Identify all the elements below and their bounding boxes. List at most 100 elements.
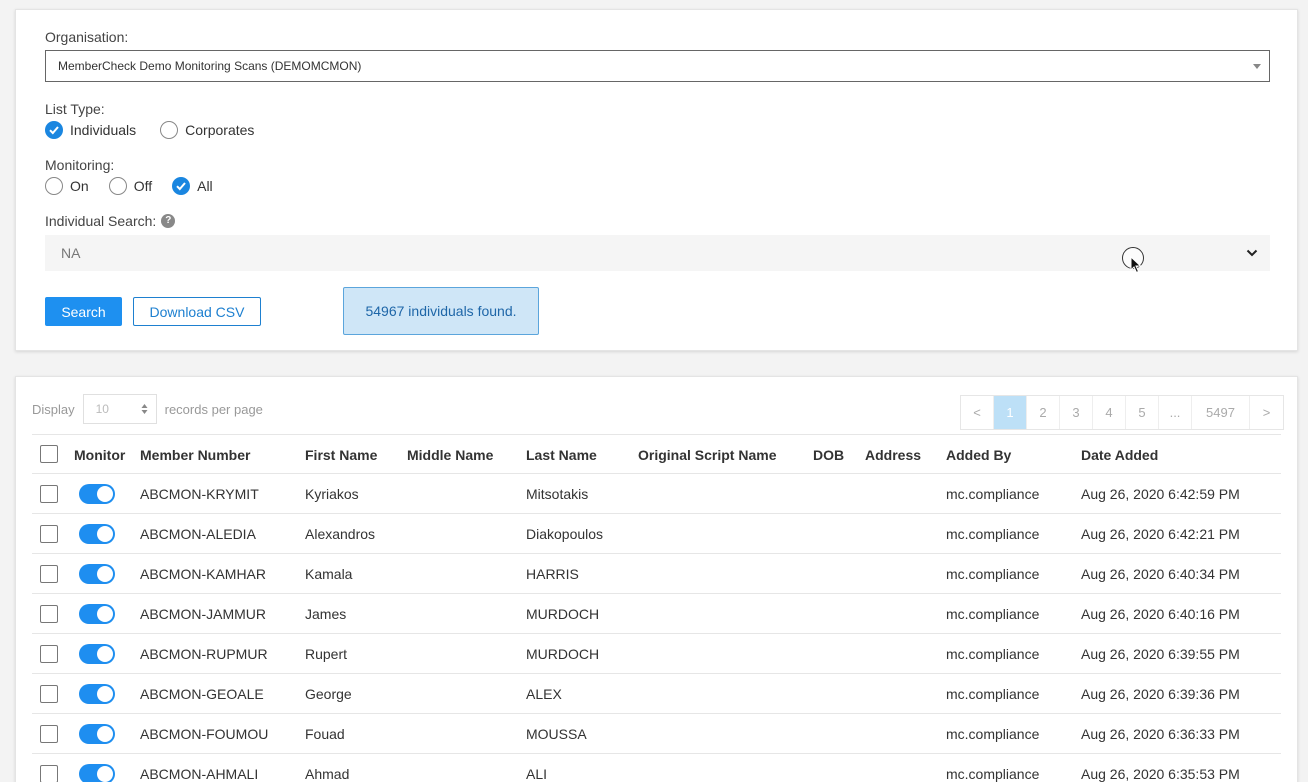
list-type-individuals[interactable]: Individuals: [45, 121, 136, 139]
col-member-number[interactable]: Member Number: [140, 435, 250, 475]
table-header: Monitor Member Number First Name Middle …: [32, 434, 1281, 474]
per-page-select[interactable]: 10: [82, 394, 157, 424]
cell-date-added: Aug 26, 2020 6:36:33 PM: [1081, 726, 1240, 742]
cell-last-name: MURDOCH: [526, 606, 600, 622]
col-middle-name[interactable]: Middle Name: [407, 435, 493, 475]
cell-date-added: Aug 26, 2020 6:40:34 PM: [1081, 566, 1240, 582]
search-button[interactable]: Search: [45, 297, 122, 326]
col-first-name[interactable]: First Name: [305, 435, 377, 475]
organisation-label: Organisation:: [45, 29, 129, 45]
page-3[interactable]: 3: [1060, 396, 1093, 429]
col-address[interactable]: Address: [865, 435, 921, 475]
individual-search-label-row: Individual Search:?: [45, 213, 176, 229]
cell-date-added: Aug 26, 2020 6:39:36 PM: [1081, 686, 1240, 702]
cell-last-name: Diakopoulos: [526, 526, 604, 542]
unchecked-radio-icon: [108, 177, 127, 195]
monitor-toggle[interactable]: [79, 724, 115, 744]
monitoring-all-label: All: [197, 178, 213, 194]
cell-last-name: MURDOCH: [526, 646, 600, 662]
cell-last-name: HARRIS: [526, 566, 579, 582]
page-5[interactable]: 5: [1126, 396, 1159, 429]
table-row[interactable]: ABCMON-KRYMIT Kyriakos Mitsotakis mc.com…: [32, 474, 1281, 514]
page-4[interactable]: 4: [1093, 396, 1126, 429]
col-monitor[interactable]: Monitor: [74, 435, 125, 475]
cell-added-by: mc.compliance: [946, 686, 1040, 702]
cell-added-by: mc.compliance: [946, 606, 1040, 622]
toggle-knob: [97, 486, 113, 502]
download-csv-button[interactable]: Download CSV: [133, 297, 261, 326]
page-last[interactable]: 5497: [1192, 396, 1250, 429]
row-checkbox[interactable]: [40, 685, 58, 703]
monitoring-on-label: On: [70, 178, 89, 194]
page-1[interactable]: 1: [994, 396, 1027, 429]
help-icon[interactable]: ?: [161, 214, 176, 229]
list-type-corporates[interactable]: Corporates: [160, 121, 254, 139]
cell-first-name: Kyriakos: [305, 486, 359, 502]
cell-last-name: ALI: [526, 766, 548, 782]
table-row[interactable]: ABCMON-JAMMUR James MURDOCH mc.complianc…: [32, 594, 1281, 634]
row-checkbox[interactable]: [40, 485, 58, 503]
results-count-alert: 54967 individuals found.: [343, 287, 539, 335]
monitor-toggle[interactable]: [79, 484, 115, 504]
table-row[interactable]: ABCMON-AHMALI Ahmad ALI mc.compliance Au…: [32, 754, 1281, 782]
row-checkbox[interactable]: [40, 765, 58, 782]
page-next[interactable]: >: [1250, 396, 1283, 429]
table-row[interactable]: ABCMON-RUPMUR Rupert MURDOCH mc.complian…: [32, 634, 1281, 674]
table-row[interactable]: ABCMON-GEOALE George ALEX mc.compliance …: [32, 674, 1281, 714]
sort-arrows-icon: [141, 404, 148, 414]
table-row[interactable]: ABCMON-FOUMOU Fouad MOUSSA mc.compliance…: [32, 714, 1281, 754]
cell-member-number: ABCMON-GEOALE: [140, 686, 264, 702]
monitor-toggle[interactable]: [79, 564, 115, 584]
cell-member-number: ABCMON-JAMMUR: [140, 606, 266, 622]
monitor-toggle[interactable]: [79, 644, 115, 664]
organisation-select[interactable]: MemberCheck Demo Monitoring Scans (DEMOM…: [45, 50, 1270, 82]
monitor-toggle[interactable]: [79, 764, 115, 782]
toggle-knob: [97, 726, 113, 742]
row-checkbox[interactable]: [40, 525, 58, 543]
col-original-script-name[interactable]: Original Script Name: [638, 435, 776, 475]
monitoring-all[interactable]: All: [172, 177, 213, 195]
checked-radio-icon: [45, 121, 63, 139]
monitoring-label: Monitoring:: [45, 157, 115, 173]
toggle-knob: [97, 526, 113, 542]
monitor-toggle[interactable]: [79, 604, 115, 624]
monitoring-on[interactable]: On: [45, 177, 89, 195]
unchecked-radio-icon: [45, 177, 63, 195]
page-ellipsis: ...: [1159, 396, 1192, 429]
row-checkbox[interactable]: [40, 605, 58, 623]
toggle-knob: [97, 766, 113, 782]
col-dob[interactable]: DOB: [813, 435, 844, 475]
monitoring-off[interactable]: Off: [108, 177, 152, 195]
cell-date-added: Aug 26, 2020 6:40:16 PM: [1081, 606, 1240, 622]
individual-search-select[interactable]: NA: [45, 235, 1270, 271]
col-date-added[interactable]: Date Added: [1081, 435, 1158, 475]
select-all-checkbox[interactable]: [40, 445, 58, 463]
cell-added-by: mc.compliance: [946, 526, 1040, 542]
chevron-down-icon: [1246, 249, 1258, 257]
col-added-by[interactable]: Added By: [946, 435, 1011, 475]
cell-first-name: Alexandros: [305, 526, 376, 542]
page-2[interactable]: 2: [1027, 396, 1060, 429]
monitor-toggle[interactable]: [79, 524, 115, 544]
list-type-label: List Type:: [45, 101, 105, 117]
row-checkbox[interactable]: [40, 565, 58, 583]
cell-date-added: Aug 26, 2020 6:35:53 PM: [1081, 766, 1240, 782]
cell-added-by: mc.compliance: [946, 646, 1040, 662]
cell-last-name: ALEX: [526, 686, 562, 702]
toggle-knob: [97, 606, 113, 622]
cell-last-name: Mitsotakis: [526, 486, 589, 502]
cell-member-number: ABCMON-ALEDIA: [140, 526, 256, 542]
monitor-toggle[interactable]: [79, 684, 115, 704]
row-checkbox[interactable]: [40, 725, 58, 743]
row-checkbox[interactable]: [40, 645, 58, 663]
list-type-individuals-label: Individuals: [70, 122, 137, 138]
page-prev[interactable]: <: [961, 396, 994, 429]
col-last-name[interactable]: Last Name: [526, 435, 597, 475]
table-row[interactable]: ABCMON-ALEDIA Alexandros Diakopoulos mc.…: [32, 514, 1281, 554]
cell-first-name: James: [305, 606, 347, 622]
toggle-knob: [97, 566, 113, 582]
table-row[interactable]: ABCMON-KAMHAR Kamala HARRIS mc.complianc…: [32, 554, 1281, 594]
page-size-control: Display 10 records per page: [32, 394, 263, 424]
individual-search-label: Individual Search:: [45, 213, 157, 229]
list-type-group: Individuals Corporates: [45, 120, 278, 140]
